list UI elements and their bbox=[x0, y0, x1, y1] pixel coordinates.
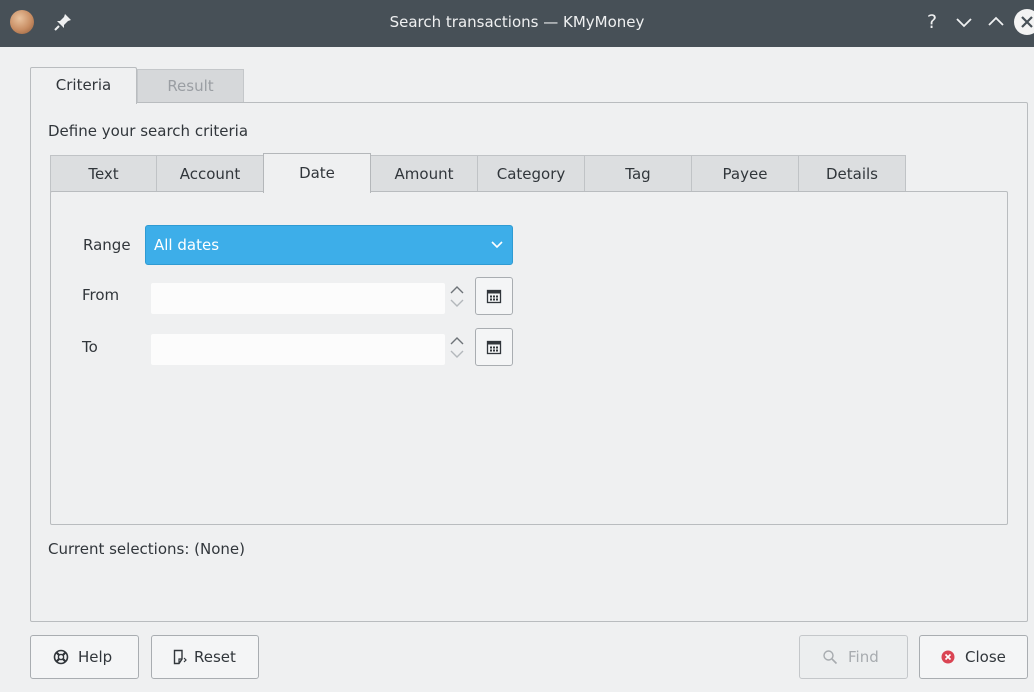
range-label: Range bbox=[83, 236, 131, 254]
to-date-spinner[interactable] bbox=[447, 331, 467, 365]
close-button-label: Close bbox=[965, 648, 1006, 666]
window-title: Search transactions — KMyMoney bbox=[389, 13, 645, 31]
find-button[interactable]: Find bbox=[799, 635, 908, 679]
help-button-label: Help bbox=[78, 648, 113, 666]
reset-button-label: Reset bbox=[194, 648, 236, 666]
criteria-heading: Define your search criteria bbox=[48, 122, 249, 140]
tab-date[interactable]: Date bbox=[263, 153, 371, 193]
tab-details[interactable]: Details bbox=[798, 155, 906, 192]
tab-account[interactable]: Account bbox=[156, 155, 264, 192]
tab-payee[interactable]: Payee bbox=[691, 155, 799, 192]
help-glyph-button[interactable]: ? bbox=[920, 10, 944, 34]
range-combobox[interactable]: All dates bbox=[145, 225, 513, 265]
to-date-input[interactable] bbox=[151, 334, 445, 365]
tab-amount[interactable]: Amount bbox=[370, 155, 478, 192]
close-icon bbox=[1021, 16, 1033, 28]
tab-criteria[interactable]: Criteria bbox=[30, 67, 137, 104]
window-titlebar: Search transactions — KMyMoney ? bbox=[0, 0, 1034, 47]
calendar-icon bbox=[486, 289, 502, 304]
chevron-down-icon bbox=[491, 241, 503, 249]
minimize-chevron-icon[interactable] bbox=[952, 10, 976, 34]
current-selections-label: Current selections: (None) bbox=[48, 540, 245, 558]
from-date-input[interactable] bbox=[151, 283, 445, 314]
tab-category[interactable]: Category bbox=[477, 155, 585, 192]
close-circle-icon bbox=[941, 650, 955, 664]
reset-document-icon bbox=[173, 649, 187, 665]
to-label: To bbox=[82, 338, 98, 356]
find-button-label: Find bbox=[848, 648, 879, 666]
close-button[interactable]: Close bbox=[919, 635, 1028, 679]
calendar-icon bbox=[486, 340, 502, 355]
help-button[interactable]: Help bbox=[30, 635, 139, 679]
range-selected-value: All dates bbox=[154, 236, 220, 254]
search-icon bbox=[823, 650, 838, 665]
from-calendar-button[interactable] bbox=[475, 277, 513, 315]
from-label: From bbox=[82, 286, 120, 304]
help-lifebuoy-icon bbox=[53, 649, 69, 665]
maximize-chevron-icon[interactable] bbox=[984, 10, 1008, 34]
reset-button[interactable]: Reset bbox=[151, 635, 259, 679]
tab-result[interactable]: Result bbox=[137, 69, 244, 103]
to-calendar-button[interactable] bbox=[475, 328, 513, 366]
window-close-button[interactable] bbox=[1014, 9, 1034, 35]
tab-text[interactable]: Text bbox=[50, 155, 157, 192]
tab-tag[interactable]: Tag bbox=[584, 155, 692, 192]
from-date-spinner[interactable] bbox=[447, 280, 467, 314]
